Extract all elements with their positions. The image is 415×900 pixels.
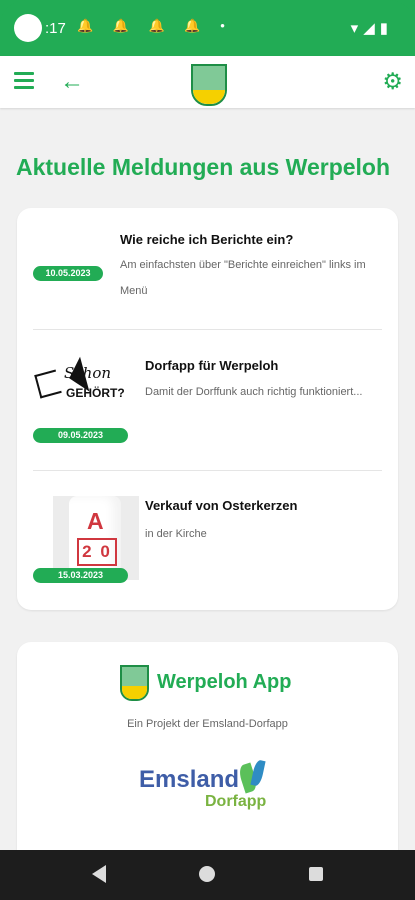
news-date-badge: 09.05.2023 [33, 428, 128, 443]
emsland-logo-text: Emsland [139, 766, 240, 793]
android-navigation-bar [0, 850, 415, 900]
news-description: Damit der Dorffunk auch richtig funktion… [145, 386, 363, 398]
werpeloh-crest-logo[interactable] [191, 64, 227, 106]
emsland-leaf-icon [241, 760, 269, 794]
news-item[interactable]: 10.05.2023 Wie reiche ich Berichte ein? … [33, 222, 382, 328]
news-divider [33, 329, 382, 330]
app-promo-card: Werpeloh App Ein Projekt der Emsland-Dor… [17, 642, 398, 872]
notification-icons: 🔔 🔔 🔔 🔔 • [77, 18, 233, 33]
candle-letter: A [87, 508, 104, 534]
news-divider [33, 470, 382, 471]
candle-year-numbers: 2 0 [77, 538, 117, 566]
nav-recents-icon[interactable] [309, 867, 323, 881]
news-description: in der Kirche [145, 528, 207, 540]
camera-cutout [14, 14, 42, 42]
news-title: Dorfapp für Werpeloh [145, 358, 279, 373]
news-description: Am einfachsten über "Berichte einreichen… [120, 259, 366, 297]
news-card: 10.05.2023 Wie reiche ich Berichte ein? … [17, 208, 398, 610]
nav-home-icon[interactable] [199, 866, 215, 882]
thumbnail-text-gehort: GEHÖRT? [66, 386, 125, 400]
news-item[interactable]: A 2 0 15.03.2023 Verkauf von Osterkerzen… [33, 478, 382, 604]
arrow-left-icon[interactable]: ← [60, 68, 84, 96]
promo-title: Werpeloh App [157, 671, 292, 693]
gear-icon[interactable]: ⚙ [382, 68, 403, 95]
promo-subtitle: Ein Projekt der Emsland-Dorfapp [127, 718, 288, 730]
werpeloh-crest-icon [120, 665, 149, 701]
system-status-icons: ▾◢▮ [350, 20, 393, 37]
status-time: :17 [45, 20, 66, 37]
page-title: Aktuelle Meldungen aus Werpeloh [16, 154, 391, 180]
news-date-badge: 15.03.2023 [33, 568, 128, 583]
megaphone-icon [34, 369, 62, 399]
news-title: Verkauf von Osterkerzen [145, 498, 298, 513]
thumbnail-text-schon: Schon [64, 364, 112, 382]
news-date-badge: 10.05.2023 [33, 266, 103, 281]
status-bar: :17 🔔 🔔 🔔 🔔 • ▾◢▮ [0, 0, 415, 56]
dorfapp-logo-text: Dorfapp [205, 793, 267, 810]
news-item[interactable]: Schon GEHÖRT? 09.05.2023 Dorfapp für Wer… [33, 344, 382, 470]
menu-icon[interactable] [14, 72, 34, 90]
megaphone-thumbnail: Schon GEHÖRT? [33, 358, 127, 436]
app-bar: ← ⚙ [0, 56, 415, 108]
news-title: Wie reiche ich Berichte ein? [120, 232, 294, 247]
nav-back-icon[interactable] [92, 865, 106, 883]
